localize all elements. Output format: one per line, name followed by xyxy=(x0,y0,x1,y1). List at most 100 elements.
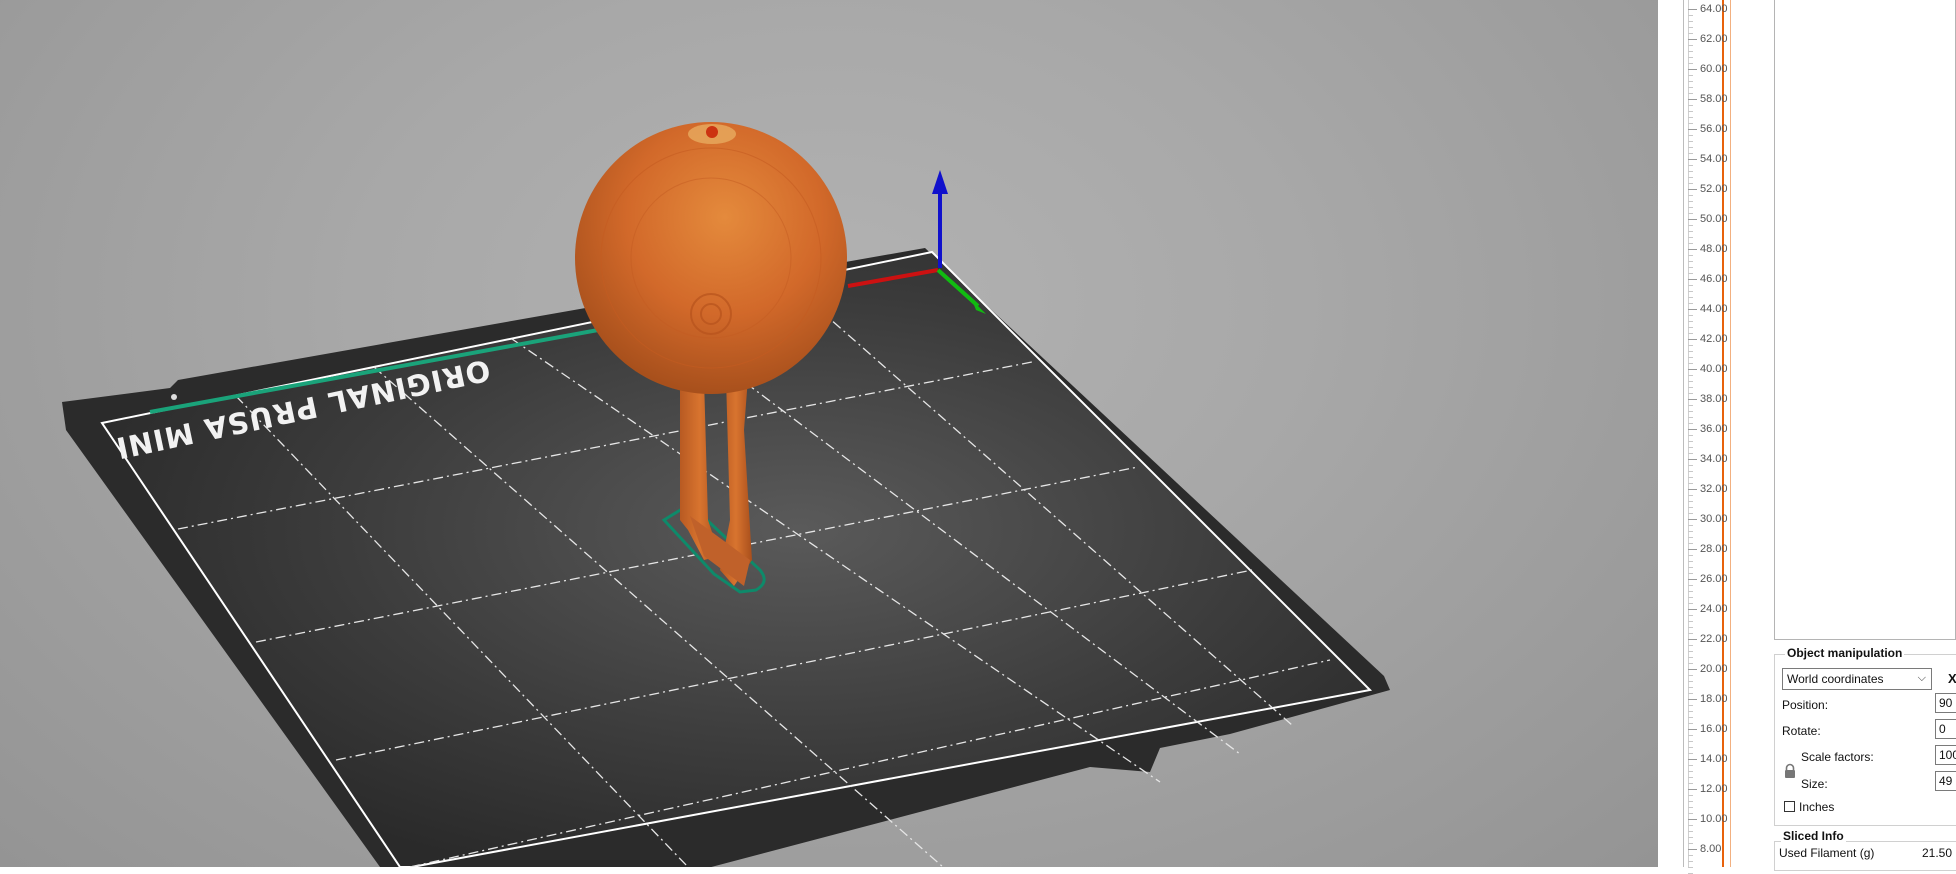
minor-tick xyxy=(1688,495,1693,496)
minor-tick xyxy=(1688,117,1693,118)
minor-tick xyxy=(1688,477,1693,478)
tick-label: 60.00 xyxy=(1700,63,1728,75)
minor-tick xyxy=(1688,327,1693,328)
minor-tick xyxy=(1688,717,1693,718)
scale-x-field[interactable]: 100 xyxy=(1935,745,1956,765)
slider-tick: 18.00 xyxy=(1688,692,1768,706)
tick-label: 58.00 xyxy=(1700,93,1728,105)
tick-label: 8.00 xyxy=(1700,843,1722,855)
minor-tick xyxy=(1688,225,1693,226)
minor-tick xyxy=(1688,255,1693,256)
minor-tick xyxy=(1688,657,1693,658)
minor-tick xyxy=(1688,435,1693,436)
slider-tick: 14.00 xyxy=(1688,752,1768,766)
minor-tick xyxy=(1688,15,1693,16)
tick-mark xyxy=(1688,549,1697,550)
minor-tick xyxy=(1688,135,1693,136)
rotate-x-field[interactable]: 0 xyxy=(1935,719,1956,739)
slider-tick: 30.00 xyxy=(1688,512,1768,526)
minor-tick xyxy=(1688,585,1693,586)
lock-icon[interactable] xyxy=(1783,763,1797,779)
minor-tick xyxy=(1688,705,1693,706)
minor-tick xyxy=(1688,765,1693,766)
minor-tick xyxy=(1688,177,1693,178)
minor-tick xyxy=(1688,855,1693,856)
slider-tick: 26.00 xyxy=(1688,572,1768,586)
coordinate-system-select[interactable]: World coordinates ⌵ xyxy=(1782,668,1932,690)
minor-tick xyxy=(1688,267,1693,268)
tick-mark xyxy=(1688,69,1697,70)
minor-tick xyxy=(1688,465,1693,466)
minor-tick xyxy=(1688,351,1693,352)
minor-tick xyxy=(1688,615,1693,616)
minor-tick xyxy=(1688,45,1693,46)
tick-label: 16.00 xyxy=(1700,723,1728,735)
tick-mark xyxy=(1688,369,1697,370)
tick-mark xyxy=(1688,399,1697,400)
minor-tick xyxy=(1688,237,1693,238)
minor-tick xyxy=(1688,387,1693,388)
minor-tick xyxy=(1688,141,1693,142)
tick-mark xyxy=(1688,309,1697,310)
tick-label: 24.00 xyxy=(1700,603,1728,615)
tick-mark xyxy=(1688,669,1697,670)
inches-checkbox[interactable] xyxy=(1784,801,1795,812)
tick-mark xyxy=(1688,849,1697,850)
tick-mark xyxy=(1688,489,1697,490)
minor-tick xyxy=(1688,75,1693,76)
object-list[interactable] xyxy=(1774,0,1956,640)
tick-label: 26.00 xyxy=(1700,573,1728,585)
slider-tick: 64.00 xyxy=(1688,2,1768,16)
minor-tick xyxy=(1688,507,1693,508)
tick-label: 34.00 xyxy=(1700,453,1728,465)
tick-label: 28.00 xyxy=(1700,543,1728,555)
minor-tick xyxy=(1688,741,1693,742)
minor-tick xyxy=(1688,441,1693,442)
tick-mark xyxy=(1688,159,1697,160)
axis-x-header: X xyxy=(1948,671,1956,686)
minor-tick xyxy=(1688,105,1693,106)
position-x-field[interactable]: 90 xyxy=(1935,693,1956,713)
tick-label: 42.00 xyxy=(1700,333,1728,345)
tick-mark xyxy=(1688,459,1697,460)
3d-viewport[interactable]: ORIGINAL PRUSA MINI xyxy=(0,0,1658,867)
minor-tick xyxy=(1688,291,1693,292)
slider-tick: 8.00 xyxy=(1688,842,1768,856)
minor-tick xyxy=(1688,165,1693,166)
slider-tick: 12.00 xyxy=(1688,782,1768,796)
tick-label: 64.00 xyxy=(1700,3,1728,15)
tick-mark xyxy=(1688,189,1697,190)
slider-tick: 24.00 xyxy=(1688,602,1768,616)
minor-tick xyxy=(1688,315,1693,316)
inches-label: Inches xyxy=(1799,800,1835,814)
minor-tick xyxy=(1688,687,1693,688)
minor-tick xyxy=(1688,531,1693,532)
layer-slider[interactable]: 64.00 62.00 60.00 58.00 56.00 54.00 52.00 50.00… xyxy=(1658,0,1770,874)
minor-tick xyxy=(1688,447,1693,448)
slider-tick: 58.00 xyxy=(1688,92,1768,106)
slider-tick: 22.00 xyxy=(1688,632,1768,646)
minor-tick xyxy=(1688,195,1693,196)
model-sphere xyxy=(575,122,847,394)
scale-factors-label: Scale factors: xyxy=(1801,750,1874,764)
size-x-field[interactable]: 49 xyxy=(1935,771,1956,791)
minor-tick xyxy=(1688,645,1693,646)
minor-tick xyxy=(1688,555,1693,556)
tick-label: 56.00 xyxy=(1700,123,1728,135)
minor-tick xyxy=(1688,711,1693,712)
slider-tick: 34.00 xyxy=(1688,452,1768,466)
tick-mark xyxy=(1688,39,1697,40)
minor-tick xyxy=(1688,231,1693,232)
tick-label: 30.00 xyxy=(1700,513,1728,525)
tick-label: 36.00 xyxy=(1700,423,1728,435)
slider-tick: 56.00 xyxy=(1688,122,1768,136)
minor-tick xyxy=(1688,621,1693,622)
tick-label: 44.00 xyxy=(1700,303,1728,315)
slider-tick: 48.00 xyxy=(1688,242,1768,256)
minor-tick xyxy=(1688,261,1693,262)
slider-tick: 42.00 xyxy=(1688,332,1768,346)
tick-label: 50.00 xyxy=(1700,213,1728,225)
minor-tick xyxy=(1688,567,1693,568)
used-filament-label: Used Filament (g) xyxy=(1779,846,1875,860)
tick-mark xyxy=(1688,99,1697,100)
